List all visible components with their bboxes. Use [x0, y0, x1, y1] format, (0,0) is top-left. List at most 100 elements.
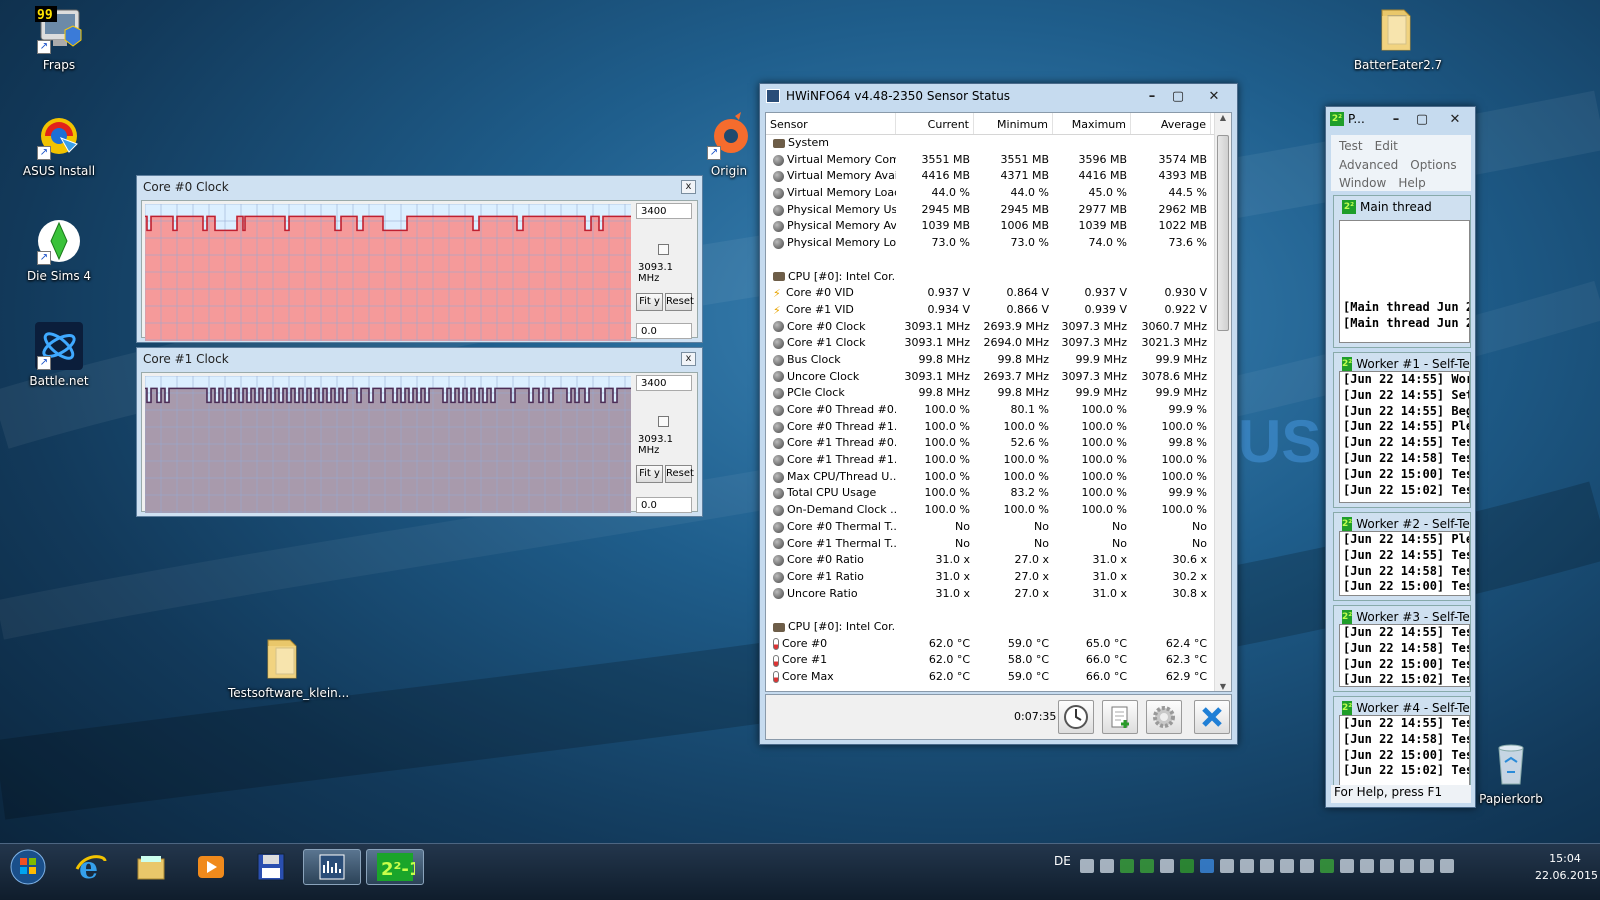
- tray-icon[interactable]: [1240, 859, 1254, 873]
- menu-help[interactable]: Help: [1398, 176, 1425, 190]
- table-row[interactable]: Virtual Memory Avai... 4416 MB 4371 MB 4416…: [766, 168, 1231, 185]
- table-row[interactable]: Bus Clock 99.8 MHz 99.8 MHz 99.9 MHz 99.9 MH…: [766, 352, 1231, 369]
- reset-button[interactable]: Reset: [665, 293, 694, 311]
- scrollbar[interactable]: ▲ ▼: [1214, 113, 1231, 691]
- log-output[interactable]: [Jun 22 14:55] Test[Jun 22 14:58] Test 2…: [1339, 715, 1470, 789]
- table-row[interactable]: Physical Memory Av... 1039 MB 1006 MB 1039 …: [766, 218, 1231, 235]
- close-icon[interactable]: x: [681, 352, 696, 366]
- menu-edit[interactable]: Edit: [1375, 139, 1398, 153]
- desktop-icon-asus-install[interactable]: ↗ ASUS Install: [4, 112, 114, 178]
- report-button[interactable]: [1102, 700, 1138, 734]
- bottom-value-field[interactable]: 0.0: [636, 497, 692, 513]
- close-icon[interactable]: ✕: [1435, 110, 1475, 128]
- tray-icon[interactable]: [1380, 859, 1394, 873]
- sensor-group-row[interactable]: System: [766, 135, 1231, 152]
- table-row[interactable]: ⚡ Core #0 VID 0.937 V 0.864 V 0.937 V 0.930 V: [766, 285, 1231, 302]
- table-row[interactable]: Core #1 Thermal T... No No No No: [766, 536, 1231, 553]
- tray-icon[interactable]: [1400, 859, 1414, 873]
- table-row[interactable]: Core #1 Ratio 31.0 x 27.0 x 31.0 x 30.2 x: [766, 569, 1231, 586]
- bottom-value-field[interactable]: 0.0: [636, 323, 692, 339]
- taskbar-prime95[interactable]: 2²-1: [366, 849, 424, 885]
- minimize-icon[interactable]: –: [1139, 87, 1165, 105]
- log-output[interactable]: [Jun 22 14:55] Work[Jun 22 14:55] Setti[…: [1339, 371, 1470, 503]
- desktop-icon-testsoftware[interactable]: Testsoftware_klein...: [228, 634, 349, 700]
- worker-window[interactable]: 2² Worker #3 - Self-Test [Jun 22 14:55] Te…: [1333, 605, 1471, 692]
- table-row[interactable]: Uncore Ratio 31.0 x 27.0 x 31.0 x 30.8 x: [766, 586, 1231, 603]
- table-row[interactable]: Core #1 Thread #0... 100.0 % 52.6 % 100.0 %…: [766, 435, 1231, 452]
- taskbar-save[interactable]: [242, 849, 300, 885]
- menu-advanced[interactable]: Advanced: [1339, 158, 1398, 172]
- table-row[interactable]: Core #1 62.0 °C 58.0 °C 66.0 °C 62.3 °C: [766, 652, 1231, 669]
- table-row[interactable]: [766, 252, 1231, 269]
- desktop-icon-fraps[interactable]: 99 ↗ Fraps: [4, 6, 114, 72]
- tray-icon[interactable]: [1120, 859, 1134, 873]
- child-titlebar[interactable]: 2² Main thread: [1334, 196, 1470, 218]
- column-header[interactable]: Maximum: [1053, 113, 1131, 134]
- table-row[interactable]: Core #0 Clock 3093.1 MHz 2693.9 MHz 3097.3 …: [766, 319, 1231, 336]
- graph-window-core1[interactable]: Core #1 Clock x 3400 3093.1 MHz Fit y Re…: [136, 347, 703, 517]
- language-indicator[interactable]: DE: [1054, 854, 1071, 868]
- table-row[interactable]: Core #0 Thermal T... No No No No: [766, 519, 1231, 536]
- table-row[interactable]: On-Demand Clock ... 100.0 % 100.0 % 100.0 %…: [766, 502, 1231, 519]
- prime95-window[interactable]: 2² P... – ▢ ✕ Test Edit Advanced Options W…: [1325, 106, 1476, 808]
- graph-checkbox[interactable]: [658, 244, 669, 255]
- table-row[interactable]: [766, 602, 1231, 619]
- graph-titlebar[interactable]: Core #1 Clock x: [137, 348, 702, 370]
- menu-options[interactable]: Options: [1410, 158, 1456, 172]
- tray-icon[interactable]: [1360, 859, 1374, 873]
- top-value-field[interactable]: 3400: [636, 375, 692, 391]
- table-row[interactable]: Core Max 62.0 °C 59.0 °C 66.0 °C 62.9 °C: [766, 669, 1231, 686]
- tray-icon[interactable]: [1200, 859, 1214, 873]
- table-row[interactable]: Physical Memory Load 73.0 % 73.0 % 74.0 % 73…: [766, 235, 1231, 252]
- hwinfo-window[interactable]: HWiNFO64 v4.48-2350 Sensor Status – ▢ ✕ …: [759, 83, 1238, 745]
- worker-window[interactable]: 2² Worker #1 - Self-Tes [Jun 22 14:55] Wor…: [1333, 352, 1471, 508]
- tray-icon[interactable]: [1300, 859, 1314, 873]
- table-row[interactable]: Core #0 Thread #0... 100.0 % 80.1 % 100.0 %…: [766, 402, 1231, 419]
- table-row[interactable]: Physical Memory Used 2945 MB 2945 MB 2977 M…: [766, 202, 1231, 219]
- main-thread-window[interactable]: 2² Main thread [Main thread Jun 22 [Main th…: [1333, 195, 1471, 348]
- graph-titlebar[interactable]: Core #0 Clock x: [137, 176, 702, 198]
- prime95-titlebar[interactable]: 2² P... – ▢ ✕: [1326, 107, 1475, 131]
- scroll-down-icon[interactable]: ▼: [1215, 682, 1231, 691]
- table-row[interactable]: Total CPU Usage 100.0 % 83.2 % 100.0 % 99.9 …: [766, 485, 1231, 502]
- reset-button[interactable]: Reset: [665, 465, 694, 483]
- clock[interactable]: 15:04 22.06.2015: [1535, 850, 1598, 884]
- close-icon[interactable]: x: [681, 180, 696, 194]
- table-row[interactable]: Core #0 Ratio 31.0 x 27.0 x 31.0 x 30.6 x: [766, 552, 1231, 569]
- desktop-icon-battlenet[interactable]: ↗ Battle.net: [4, 322, 114, 388]
- table-row[interactable]: Core #1 Thread #1... 100.0 % 100.0 % 100.0 …: [766, 452, 1231, 469]
- minimize-icon[interactable]: –: [1383, 110, 1409, 128]
- tray-icon[interactable]: [1080, 859, 1094, 873]
- volume-icon[interactable]: [1440, 859, 1454, 873]
- taskbar-hwinfo[interactable]: [303, 849, 361, 885]
- table-row[interactable]: ⚡ Core #1 VID 0.934 V 0.866 V 0.939 V 0.922 V: [766, 302, 1231, 319]
- scrollbar-thumb[interactable]: [1217, 135, 1229, 331]
- taskbar-ie[interactable]: e: [62, 849, 120, 885]
- worker-window[interactable]: 2² Worker #4 - Self-Test [Jun 22 14:55] Te…: [1333, 696, 1471, 794]
- sensor-group-row[interactable]: CPU [#0]: Intel Cor...: [766, 619, 1231, 636]
- table-row[interactable]: Virtual Memory Load 44.0 % 44.0 % 45.0 % 44.…: [766, 185, 1231, 202]
- table-row[interactable]: Max CPU/Thread U... 100.0 % 100.0 % 100.0 %…: [766, 469, 1231, 486]
- top-value-field[interactable]: 3400: [636, 203, 692, 219]
- start-button[interactable]: [2, 849, 54, 885]
- log-output[interactable]: [Main thread Jun 22 [Main thread Jun 22: [1339, 220, 1470, 343]
- desktop-icon-sims4[interactable]: ↗ Die Sims 4: [4, 217, 114, 283]
- table-row[interactable]: PCIe Clock 99.8 MHz 99.8 MHz 99.9 MHz 99.9 M…: [766, 385, 1231, 402]
- table-row[interactable]: Core #0 62.0 °C 59.0 °C 65.0 °C 62.4 °C: [766, 636, 1231, 653]
- signal-icon[interactable]: [1420, 859, 1434, 873]
- clock-button[interactable]: [1058, 700, 1094, 734]
- desktop-icon-battereater[interactable]: BatterEater2.7: [1343, 6, 1453, 72]
- menu-test[interactable]: Test: [1339, 139, 1363, 153]
- graph-checkbox[interactable]: [658, 416, 669, 427]
- tray-icon[interactable]: [1220, 859, 1234, 873]
- tray-icon[interactable]: [1100, 859, 1114, 873]
- close-sensors-button[interactable]: [1194, 700, 1230, 734]
- worker-window[interactable]: 2²Worker #2 - Self-Tes[Jun 22 14:55] Ple…: [1333, 512, 1471, 601]
- settings-button[interactable]: [1146, 700, 1182, 734]
- column-header[interactable]: Average: [1131, 113, 1211, 134]
- flag-icon[interactable]: [1340, 859, 1354, 873]
- column-header[interactable]: Minimum: [974, 113, 1053, 134]
- sensor-group-row[interactable]: CPU [#0]: Intel Cor...: [766, 269, 1231, 286]
- table-row[interactable]: Core #1 Clock 3093.1 MHz 2694.0 MHz 3097.3 …: [766, 335, 1231, 352]
- fit-y-button[interactable]: Fit y: [636, 465, 663, 483]
